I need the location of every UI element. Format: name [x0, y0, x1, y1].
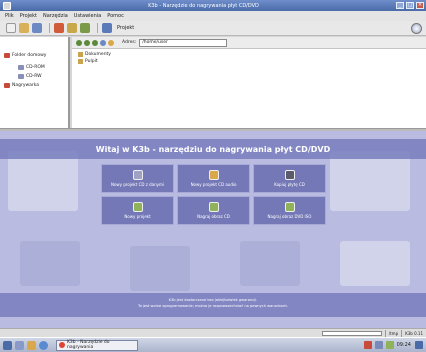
- title-bar: K3b - Narzędzie do nagrywania płyt CD/DV…: [0, 0, 426, 11]
- location-bar: Adres: /home/user: [72, 37, 426, 49]
- file-item[interactable]: Pulpit: [78, 59, 98, 64]
- new-project-icon: [132, 202, 143, 212]
- close-button[interactable]: ×: [416, 2, 424, 9]
- save-icon[interactable]: [32, 23, 42, 33]
- background-logo: [130, 246, 190, 291]
- up-icon[interactable]: [92, 39, 98, 46]
- file-item-label: Dokumenty: [85, 52, 111, 57]
- tree-item-label: Folder domowy: [12, 53, 47, 58]
- back-icon[interactable]: [76, 39, 82, 46]
- desktop-icon[interactable]: [15, 340, 24, 350]
- background-logo: [8, 151, 78, 211]
- temp-dir-label: /tmp: [384, 329, 401, 337]
- license-line: To jest wolne oprogramowanie; można je r…: [138, 304, 288, 308]
- main-toolbar: Projekt: [0, 21, 426, 36]
- project-label[interactable]: Projekt: [117, 25, 134, 31]
- burn-dvd-image-icon: [284, 202, 295, 212]
- file-browser[interactable]: Adres: /home/user Dokumenty Pulpit: [72, 37, 426, 128]
- background-logo: [330, 151, 410, 211]
- tree-item-cdrw[interactable]: CD-RW: [18, 74, 42, 79]
- action-grid: Nowy projekt CD z danymi Nowy projekt CD…: [101, 164, 326, 226]
- new-icon[interactable]: [6, 23, 16, 33]
- volume-icon[interactable]: [374, 341, 383, 349]
- tree-item-label: Nagrywarka: [12, 83, 40, 88]
- status-bar: /tmp K3b 0.11: [0, 328, 426, 337]
- cdrom-drive-icon: [18, 65, 24, 70]
- open-icon[interactable]: [19, 23, 29, 33]
- welcome-screen: Witaj w K3b - narzędziu do nagrywania pł…: [0, 131, 426, 328]
- folder-icon: [78, 52, 83, 57]
- show-desktop-icon[interactable]: [415, 341, 423, 349]
- browser-icon[interactable]: [39, 340, 48, 350]
- burn-icon[interactable]: [54, 23, 64, 33]
- forward-icon[interactable]: [84, 39, 90, 46]
- version-label: K3b 0.11: [401, 329, 426, 337]
- new-data-cd-button[interactable]: Nowy projekt CD z danymi: [101, 164, 174, 193]
- tree-item-burner[interactable]: Nagrywarka: [4, 83, 39, 88]
- clipboard-icon[interactable]: [385, 341, 394, 349]
- k3b-icon: [59, 342, 65, 348]
- reload-icon[interactable]: [100, 39, 106, 46]
- taskbar: K3b - Narzędzie do nagrywania 09:24: [0, 337, 426, 352]
- home-folder-icon[interactable]: [27, 340, 36, 350]
- tree-item-label: CD-ROM: [26, 65, 45, 70]
- home-folder-icon: [4, 53, 10, 58]
- network-icon[interactable]: [363, 341, 372, 349]
- project-icon[interactable]: [102, 23, 112, 33]
- audio-cd-icon: [208, 170, 219, 180]
- burn-cd-image-icon: [208, 202, 219, 212]
- menu-tools[interactable]: Narzędzia: [43, 13, 68, 19]
- address-label: Adres:: [122, 40, 137, 45]
- directory-tree[interactable]: Folder domowy CD-ROM CD-RW Nagrywarka: [0, 37, 70, 128]
- action-label: Nowy projekt CD audio: [190, 182, 237, 187]
- menu-help[interactable]: Pomoc: [107, 13, 124, 19]
- window-title: K3b - Narzędzie do nagrywania płyt CD/DV…: [148, 2, 259, 9]
- menu-settings[interactable]: Ustawienia: [74, 13, 101, 19]
- new-audio-cd-button[interactable]: Nowy projekt CD audio: [177, 164, 250, 193]
- license-info: K3b jest dostarczane bez jakiejkolwiek g…: [0, 293, 426, 317]
- welcome-title: Witaj w K3b - narzędziu do nagrywania pł…: [0, 139, 426, 159]
- home-icon[interactable]: [108, 39, 114, 46]
- action-label: Nagraj obraz CD: [197, 214, 230, 219]
- action-label: Nowy projekt CD z danymi: [110, 182, 165, 187]
- tree-item-cdrom[interactable]: CD-ROM: [18, 65, 45, 70]
- toolbar-separator: [97, 23, 98, 33]
- cdrw-drive-icon: [18, 74, 24, 79]
- toolbar-separator: [49, 23, 50, 33]
- activity-throbber-icon: [411, 23, 422, 34]
- copy-cd-icon: [284, 170, 295, 180]
- burner-drive-icon: [4, 83, 10, 88]
- new-project-button[interactable]: Nowy projekt: [101, 196, 174, 225]
- menu-project[interactable]: Projekt: [20, 13, 37, 19]
- menu-file[interactable]: Plik: [5, 13, 14, 19]
- file-item-label: Pulpit: [85, 59, 98, 64]
- background-logo: [340, 241, 410, 286]
- start-menu-icon[interactable]: [3, 340, 12, 350]
- data-cd-icon: [132, 170, 143, 180]
- copy-icon[interactable]: [67, 23, 77, 33]
- app-icon[interactable]: [3, 1, 11, 10]
- burn-cd-image-button[interactable]: Nagraj obraz CD: [177, 196, 250, 225]
- action-label: Nowy projekt: [124, 214, 151, 219]
- background-logo: [240, 241, 300, 286]
- action-label: Nagraj obraz DVD ISO: [267, 214, 312, 219]
- clock: 09:24: [396, 342, 411, 348]
- minimize-button[interactable]: _: [396, 2, 404, 9]
- menu-bar: Plik Projekt Narzędzia Ustawienia Pomoc: [0, 11, 426, 21]
- copy-cd-button[interactable]: Kopiuj płytę CD: [253, 164, 326, 193]
- action-label: Kopiuj płytę CD: [274, 182, 305, 187]
- taskbar-window-label: K3b - Narzędzie do nagrywania: [66, 340, 110, 350]
- burn-dvd-image-button[interactable]: Nagraj obraz DVD ISO: [253, 196, 326, 225]
- file-item[interactable]: Dokumenty: [78, 52, 111, 57]
- tree-item-label: CD-RW: [26, 74, 42, 79]
- background-logo: [20, 241, 80, 286]
- temp-space-meter: [321, 330, 382, 336]
- maximize-button[interactable]: □: [406, 2, 414, 9]
- taskbar-window-k3b[interactable]: K3b - Narzędzie do nagrywania: [56, 339, 138, 351]
- tree-item-home[interactable]: Folder domowy: [4, 53, 46, 58]
- address-input[interactable]: /home/user: [139, 38, 228, 47]
- erase-icon[interactable]: [80, 23, 90, 33]
- system-tray: 09:24: [363, 339, 426, 351]
- folder-icon: [78, 59, 83, 64]
